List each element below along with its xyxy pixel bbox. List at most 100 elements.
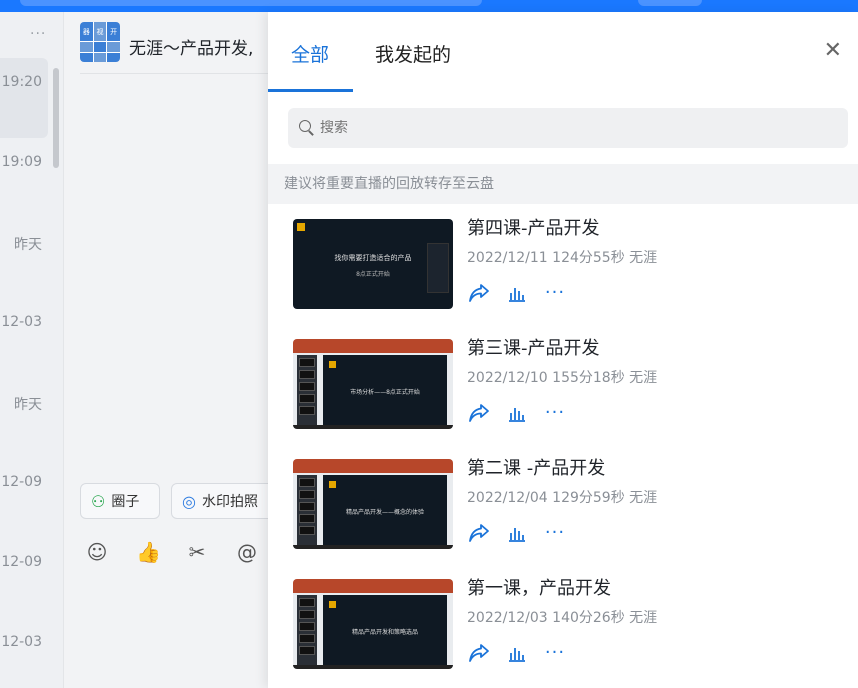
chat-area: 器 视 开 无涯～产品开发, ⚇ 圈子 ◎ 水印拍照 ☺ 👍 ✂ @: [63, 12, 281, 688]
record-duration: 124分55秒: [552, 250, 625, 266]
conversation-time: 12-03: [1, 314, 42, 330]
logo-icon: [329, 601, 336, 608]
circle-button[interactable]: ⚇ 圈子: [80, 483, 160, 519]
avatar-tile: [107, 52, 120, 62]
record-meta: 2022/12/11 124分55秒 无涯: [467, 247, 657, 267]
conversation-list: ··· 19:20 19:09 昨天 12-03 昨天 12-09 12-09 …: [0, 12, 63, 688]
record-title[interactable]: 第一课，产品开发: [467, 574, 611, 600]
smile-icon[interactable]: ☺: [86, 540, 108, 564]
record-actions: ···: [467, 401, 567, 425]
circle-label: 圈子: [111, 494, 140, 510]
thumbnail-ribbon: [293, 579, 453, 593]
video-thumbnail[interactable]: 精品产品开发——概念的体验: [293, 459, 453, 549]
thumbnail-taskbar: [293, 545, 453, 549]
record-title[interactable]: 第三课-产品开发: [467, 334, 600, 360]
stats-icon[interactable]: [505, 521, 529, 545]
more-options-icon[interactable]: ···: [543, 281, 567, 305]
conversation-item[interactable]: 12-09: [0, 538, 48, 618]
record-date: 2022/12/04: [467, 490, 548, 506]
record-meta: 2022/12/04 129分59秒 无涯: [467, 487, 657, 507]
conversation-item[interactable]: 12-03: [0, 618, 48, 688]
logo-icon: [297, 223, 305, 231]
watermark-camera-label: 水印拍照: [201, 494, 258, 510]
thumbnail-taskbar: [293, 665, 453, 669]
conversation-item[interactable]: 19:09: [0, 138, 48, 218]
thumbnail-slide-list: [297, 475, 317, 545]
share-icon[interactable]: [467, 521, 491, 545]
video-thumbnail[interactable]: 市场分析——8点正式开始: [293, 339, 453, 429]
chat-header: 器 视 开 无涯～产品开发,: [64, 12, 269, 74]
scissors-icon[interactable]: ✂: [186, 540, 208, 564]
more-options-icon[interactable]: ···: [543, 401, 567, 425]
watermark-camera-button[interactable]: ◎ 水印拍照: [171, 483, 281, 519]
conversation-item[interactable]: 昨天: [0, 378, 48, 458]
stats-icon[interactable]: [505, 401, 529, 425]
avatar-tile: 开: [107, 22, 120, 42]
record-date: 2022/12/10: [467, 370, 548, 386]
scrollbar[interactable]: [53, 68, 59, 168]
close-icon[interactable]: ✕: [824, 40, 842, 62]
title-bar: [0, 0, 858, 12]
record-host: 无涯: [629, 370, 658, 386]
group-avatar[interactable]: 器 视 开: [80, 22, 120, 62]
video-thumbnail[interactable]: 找你需要打造适合的产品 8点正式开始: [293, 219, 453, 309]
thumbnail-caption: 市场分析——8点正式开始: [350, 389, 420, 396]
conversation-time: 12-09: [1, 554, 42, 570]
avatar-tile: [107, 42, 120, 52]
thumbnail-slide: 精品产品开发和策略选品: [323, 595, 447, 665]
share-icon[interactable]: [467, 641, 491, 665]
conversation-item[interactable]: 昨天: [0, 218, 48, 298]
at-icon[interactable]: @: [236, 540, 258, 564]
record-duration: 155分18秒: [552, 370, 625, 386]
stats-icon[interactable]: [505, 641, 529, 665]
record-duration: 140分26秒: [552, 610, 625, 626]
conversation-item[interactable]: 12-03: [0, 298, 48, 378]
search-input[interactable]: [320, 120, 820, 136]
more-options-icon[interactable]: ···: [543, 641, 567, 665]
avatar-tile: [80, 52, 93, 62]
thumbnail-ribbon: [293, 459, 453, 473]
thumbnail-slide: 精品产品开发——概念的体验: [323, 475, 447, 545]
share-icon[interactable]: [467, 401, 491, 425]
search-icon: [298, 119, 316, 137]
thumbnail-caption: 精品产品开发和策略选品: [351, 629, 418, 636]
record-meta: 2022/12/03 140分26秒 无涯: [467, 607, 657, 627]
playback-panel: 全部 我发起的 ✕ 建议将重要直播的回放转存至云盘 找你需要打造适合的产品 8点…: [268, 12, 858, 688]
record-title[interactable]: 第二课 -产品开发: [467, 454, 605, 480]
conversation-time: 昨天: [14, 237, 42, 253]
conversation-time: 昨天: [14, 397, 42, 413]
conversation-item[interactable]: 19:20: [0, 58, 48, 138]
playback-record[interactable]: 市场分析——8点正式开始 第三课-产品开发 2022/12/10 155分18秒…: [268, 324, 858, 444]
record-host: 无涯: [629, 490, 658, 506]
stats-icon[interactable]: [505, 281, 529, 305]
thumbnail-sidebar: [427, 243, 449, 293]
title-bar-segment: [638, 0, 702, 6]
playback-record[interactable]: 精品产品开发和策略选品 第一课，产品开发 2022/12/03 140分26秒 …: [268, 564, 858, 684]
thumbnail-slide-list: [297, 595, 317, 665]
record-host: 无涯: [629, 610, 658, 626]
input-toolbar: ☺ 👍 ✂ @: [86, 540, 258, 564]
search-bar[interactable]: [288, 108, 848, 148]
more-options-icon[interactable]: ···: [543, 521, 567, 545]
more-icon[interactable]: ···: [30, 26, 46, 42]
tab-all[interactable]: 全部: [291, 40, 329, 67]
thumbnail-caption: 精品产品开发——概念的体验: [345, 509, 424, 516]
conversation-item[interactable]: 12-09: [0, 458, 48, 538]
conversation-time: 19:20: [1, 74, 42, 90]
video-thumbnail[interactable]: 精品产品开发和策略选品: [293, 579, 453, 669]
thumbnail-ribbon: [293, 339, 453, 353]
share-icon[interactable]: [467, 281, 491, 305]
playback-record[interactable]: 找你需要打造适合的产品 8点正式开始 第四课-产品开发 2022/12/11 1…: [268, 204, 858, 324]
record-meta: 2022/12/10 155分18秒 无涯: [467, 367, 657, 387]
record-actions: ···: [467, 521, 567, 545]
logo-icon: [329, 361, 336, 368]
logo-icon: [329, 481, 336, 488]
camera-icon: ◎: [182, 491, 196, 511]
tab-mine[interactable]: 我发起的: [375, 40, 451, 67]
thumb-up-icon[interactable]: 👍: [136, 540, 161, 564]
playback-record[interactable]: 精品产品开发——概念的体验 第二课 -产品开发 2022/12/04 129分5…: [268, 444, 858, 564]
thumbnail-slide-list: [297, 355, 317, 425]
conversation-time: 12-03: [1, 634, 42, 650]
record-title[interactable]: 第四课-产品开发: [467, 214, 600, 240]
chat-title: 无涯～产品开发,: [129, 39, 254, 59]
